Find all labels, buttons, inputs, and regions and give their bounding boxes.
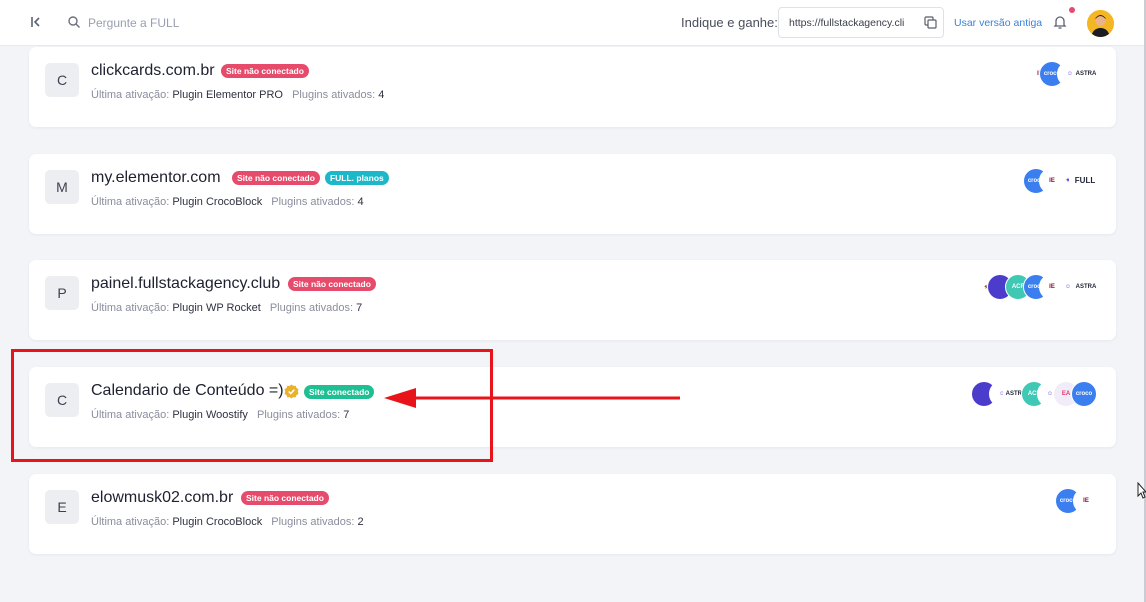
resize-cursor-icon — [1137, 482, 1146, 499]
collapse-sidebar-icon[interactable] — [28, 14, 44, 30]
search-input[interactable] — [88, 12, 348, 34]
site-name[interactable]: my.elementor.com — [91, 169, 221, 187]
status-badge: Site não conectado — [241, 491, 329, 505]
user-avatar[interactable] — [1087, 10, 1114, 37]
plans-badge: FULL. planos — [324, 171, 389, 185]
last-activation-label: Última ativação: — [91, 516, 170, 528]
plugins-activated-label: Plugins ativados: — [271, 196, 355, 208]
copy-icon[interactable] — [924, 16, 937, 29]
last-activation-label: Última ativação: — [91, 302, 170, 314]
last-activation-label: Última ativação: — [91, 196, 170, 208]
plugins-activated-value: 2 — [357, 516, 364, 528]
croco-icon: croco — [1071, 381, 1097, 407]
plugin-icons: croco IE — [1055, 488, 1099, 514]
notification-bell-icon[interactable] — [1053, 14, 1067, 30]
site-initial: C — [45, 63, 79, 97]
site-card[interactable]: E elowmusk02.com.br Site não conectado Ú… — [29, 474, 1116, 554]
plugins-activated-value: 7 — [356, 302, 363, 314]
referral-url-input[interactable] — [789, 15, 913, 31]
plugin-icons: ☺ ASTRA ACF ☺ EA croco — [971, 381, 1099, 407]
top-bar: Indique e ganhe: Usar versão antiga — [0, 0, 1146, 46]
site-meta: Última ativação: Plugin WP Rocket Plugin… — [91, 302, 362, 314]
astra-icon: ASTRA — [1073, 61, 1099, 87]
status-badge: Site não conectado — [232, 171, 320, 185]
last-activation-label: Última ativação: — [91, 89, 170, 101]
site-initial: P — [45, 276, 79, 310]
status-badge: Site não conectado — [288, 277, 376, 291]
search-icon — [68, 16, 80, 28]
old-version-link[interactable]: Usar versão antiga — [954, 17, 1042, 29]
status-badge: Site não conectado — [221, 64, 309, 78]
site-name[interactable]: elowmusk02.com.br — [91, 489, 233, 507]
plugins-activated-value: 4 — [378, 89, 385, 101]
astra-icon: ASTRA — [1073, 274, 1099, 300]
full-logo-icon: FULL — [1069, 168, 1101, 194]
plugins-activated-label: Plugins ativados: — [269, 302, 354, 314]
plugin-icons: IE croco ☺ ASTRA — [1027, 61, 1099, 87]
site-card[interactable]: C clickcards.com.br Site não conectado Ú… — [29, 47, 1116, 127]
site-meta: Última ativação: Plugin CrocoBlock Plugi… — [91, 516, 364, 528]
site-card[interactable]: P painel.fullstackagency.club Site não c… — [29, 260, 1116, 340]
last-activation-value: Plugin CrocoBlock — [172, 516, 263, 528]
site-meta: Última ativação: Plugin Elementor PRO Pl… — [91, 89, 384, 101]
last-activation-value: Plugin WP Rocket — [172, 302, 261, 314]
site-initial: M — [45, 170, 79, 204]
site-meta: Última ativação: Plugin CrocoBlock Plugi… — [91, 196, 364, 208]
plugins-activated-label: Plugins ativados: — [271, 516, 355, 528]
referral-link-field — [778, 7, 944, 38]
site-initial: E — [45, 490, 79, 524]
plugins-activated-value: 4 — [357, 196, 364, 208]
referral-label: Indique e ganhe: — [681, 15, 778, 30]
elementor-icon: IE — [1073, 488, 1099, 514]
plugins-activated-label: Plugins ativados: — [292, 89, 376, 101]
notification-dot — [1069, 7, 1075, 13]
plugin-icons: croco IE ✦ FULL — [1023, 168, 1101, 194]
last-activation-value: Plugin CrocoBlock — [172, 196, 263, 208]
last-activation-value: Plugin Elementor PRO — [172, 89, 283, 101]
site-name[interactable]: painel.fullstackagency.club — [91, 275, 280, 293]
site-name[interactable]: clickcards.com.br — [91, 62, 215, 80]
plugin-icons: 🚀 ACF croco IE ☺ ASTRA — [975, 274, 1099, 300]
site-card[interactable]: M my.elementor.com Site não conectado FU… — [29, 154, 1116, 234]
annotation-arrow — [384, 388, 680, 408]
